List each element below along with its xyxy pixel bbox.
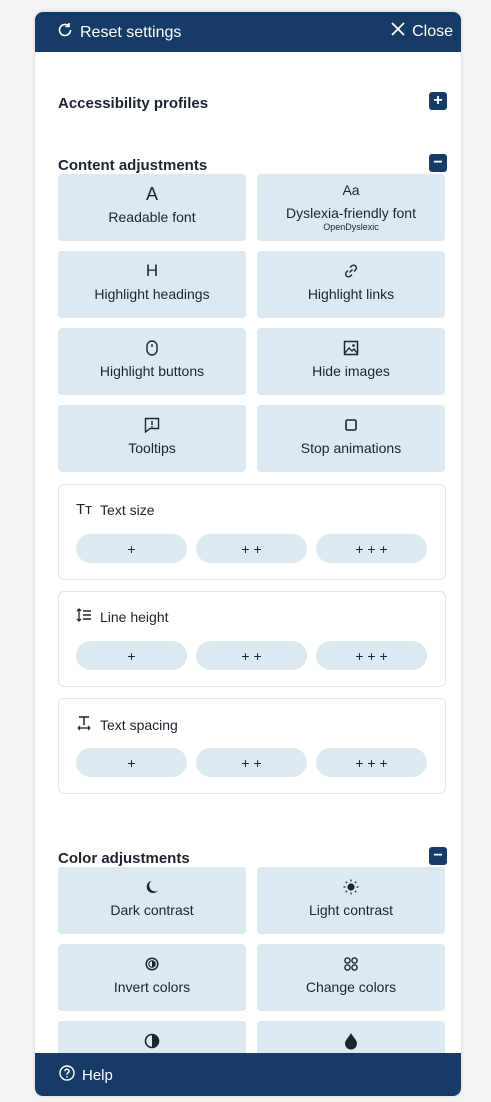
line-height-option-2[interactable]: + + <box>196 641 307 670</box>
card-label: Highlight buttons <box>99 363 205 379</box>
card-label: Tooltips <box>128 440 176 456</box>
card-label: Highlight links <box>307 286 395 302</box>
tooltip-icon <box>58 415 246 435</box>
highlight-buttons-button[interactable]: Highlight buttons <box>58 328 246 395</box>
panel-content[interactable]: Accessibility profiles + Content adjustm… <box>35 52 461 1053</box>
mouse-icon <box>58 338 246 358</box>
help-icon <box>59 1065 75 1085</box>
line-height-title: Line height <box>76 608 169 625</box>
link-icon <box>257 261 445 281</box>
change-colors-button[interactable]: Change colors <box>257 944 445 1011</box>
light-contrast-button[interactable]: Light contrast <box>257 867 445 934</box>
panel-header: Reset settings Close <box>35 12 461 52</box>
invert-icon <box>58 954 246 974</box>
font-a-icon: A <box>145 183 158 204</box>
highlight-links-button[interactable]: Highlight links <box>257 251 445 318</box>
readable-font-button[interactable]: A Readable font <box>58 174 246 241</box>
text-size-option-3[interactable]: + + + <box>316 534 427 563</box>
sun-icon <box>257 877 445 897</box>
line-height-label: Line height <box>100 608 169 625</box>
card-label: Highlight headings <box>94 286 210 302</box>
text-size-label: Text size <box>100 501 155 518</box>
hide-images-button[interactable]: Hide images <box>257 328 445 395</box>
change-colors-icon <box>257 954 445 974</box>
line-height-icon <box>76 608 92 625</box>
help-button[interactable]: Help <box>59 1065 113 1085</box>
accessibility-panel: Reset settings Close Accessibility profi… <box>35 12 461 1096</box>
line-height-option-1[interactable]: + <box>76 641 187 670</box>
invert-colors-button[interactable]: Invert colors <box>58 944 246 1011</box>
card-label: Hide images <box>312 363 390 379</box>
reset-settings-button[interactable]: Reset settings <box>57 22 181 43</box>
font-aa-icon: Aa <box>342 182 360 198</box>
card-label: Light contrast <box>308 902 394 918</box>
highlight-headings-button[interactable]: H Highlight headings <box>58 251 246 318</box>
section-title: Accessibility profiles <box>58 95 209 112</box>
text-spacing-icon <box>76 715 92 734</box>
text-size-icon: Tт <box>76 501 93 518</box>
contrast-toggle-button[interactable] <box>58 1021 246 1053</box>
close-label: Close <box>412 22 453 40</box>
line-height-option-3[interactable]: + + + <box>316 641 427 670</box>
dark-contrast-button[interactable]: Dark contrast <box>58 867 246 934</box>
card-label: Readable font <box>108 209 196 225</box>
card-sublabel: OpenDyslexic <box>323 222 379 232</box>
dyslexia-font-button[interactable]: Aa Dyslexia-friendly font OpenDyslexic <box>257 174 445 241</box>
card-label: Stop animations <box>300 440 402 456</box>
heading-h-icon: H <box>145 261 159 280</box>
moon-icon <box>58 877 246 897</box>
saturation-button[interactable] <box>257 1021 445 1053</box>
text-spacing-option-2[interactable]: + + <box>196 748 307 777</box>
text-spacing-label: Text spacing <box>100 716 178 733</box>
text-spacing-control: Text spacing + + + + + + <box>58 698 446 794</box>
collapse-color-button[interactable]: − <box>429 847 447 865</box>
text-size-option-1[interactable]: + <box>76 534 187 563</box>
expand-profiles-button[interactable]: + <box>429 92 447 110</box>
text-size-control: Tт Text size + + + + + + <box>58 484 446 580</box>
drop-icon <box>257 1031 445 1051</box>
reset-settings-label: Reset settings <box>80 23 182 41</box>
text-size-option-2[interactable]: + + <box>196 534 307 563</box>
section-title: Color adjustments <box>58 850 190 867</box>
text-spacing-option-1[interactable]: + <box>76 748 187 777</box>
line-height-control: Line height + + + + + + <box>58 591 446 687</box>
section-accessibility-profiles: Accessibility profiles + <box>58 92 447 116</box>
half-circle-icon <box>58 1031 246 1051</box>
reset-icon <box>57 22 73 43</box>
card-label: Invert colors <box>113 979 191 995</box>
help-label: Help <box>82 1066 113 1084</box>
section-title: Content adjustments <box>58 157 208 174</box>
image-icon <box>257 338 445 358</box>
square-icon <box>257 415 445 435</box>
tooltips-button[interactable]: Tooltips <box>58 405 246 472</box>
text-size-title: Tт Text size <box>76 501 155 518</box>
card-label: Change colors <box>305 979 397 995</box>
close-button[interactable]: Close <box>391 22 453 41</box>
close-icon <box>391 22 405 41</box>
text-spacing-title: Text spacing <box>76 715 178 734</box>
stop-animations-button[interactable]: Stop animations <box>257 405 445 472</box>
text-spacing-option-3[interactable]: + + + <box>316 748 427 777</box>
collapse-content-button[interactable]: − <box>429 154 447 172</box>
panel-footer: Help <box>35 1053 461 1096</box>
card-label: Dyslexia-friendly font <box>286 205 416 221</box>
card-label: Dark contrast <box>110 902 194 918</box>
